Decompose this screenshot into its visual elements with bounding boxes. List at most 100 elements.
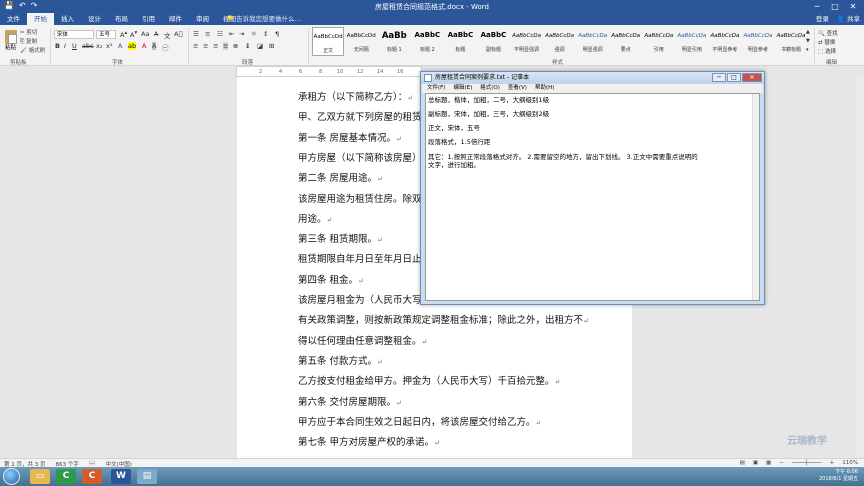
highlight-icon[interactable]: ab: [128, 42, 137, 50]
share-button[interactable]: 👤 共享: [837, 13, 860, 25]
increase-indent-icon[interactable]: ⇥: [239, 30, 244, 38]
tab-insert[interactable]: 插入: [54, 13, 81, 25]
align-right-icon[interactable]: ≡: [213, 42, 218, 50]
tab-design[interactable]: 设计: [81, 13, 108, 25]
align-center-icon[interactable]: ≡: [203, 42, 208, 50]
strikethrough-icon[interactable]: abc: [82, 42, 94, 50]
sort-icon[interactable]: ↕: [263, 30, 268, 38]
bold-icon[interactable]: B: [55, 42, 60, 50]
subscript-icon[interactable]: x₂: [96, 42, 102, 50]
superscript-icon[interactable]: x²: [106, 42, 112, 50]
read-mode-icon[interactable]: ▤: [740, 460, 745, 466]
style-item[interactable]: AaBb 标题 1: [378, 27, 410, 56]
phonetic-guide-icon[interactable]: 文: [164, 30, 171, 40]
shrink-font-icon[interactable]: A▾: [130, 30, 137, 39]
style-item[interactable]: AaBbCcDd 正文: [312, 27, 345, 56]
clear-format-icon[interactable]: A̶: [154, 30, 158, 38]
show-marks-icon[interactable]: ¶: [275, 30, 279, 38]
bullets-icon[interactable]: ☰: [193, 30, 199, 38]
style-item[interactable]: AaBbCcDa 明显强调: [577, 27, 609, 56]
borders-icon[interactable]: ⊞: [269, 42, 274, 50]
word-icon[interactable]: W: [111, 469, 131, 484]
style-item[interactable]: AaBbC 副标题: [477, 27, 509, 56]
char-border-icon[interactable]: A⃞: [174, 30, 182, 38]
justify-icon[interactable]: ≡: [223, 42, 229, 50]
minimize-button[interactable]: ─: [808, 0, 826, 13]
style-item[interactable]: AaBbCcDa 明显引用: [676, 27, 708, 56]
format-painter-button[interactable]: 🖌 格式刷: [20, 46, 45, 54]
tab-layout[interactable]: 布局: [108, 13, 135, 25]
recorder-icon[interactable]: C: [82, 469, 102, 484]
chinese-layout-icon[interactable]: ☼: [251, 30, 257, 38]
grow-font-icon[interactable]: A▴: [120, 30, 127, 39]
style-item[interactable]: AaBbCcDa 明显参考: [742, 27, 774, 56]
notepad-text-area[interactable]: 总标题，楷体，加粗，二号，大纲级别1级 副标题，宋体，加粗，三号，大纲级别2级 …: [425, 93, 760, 301]
select-button[interactable]: ⬚ 选择: [818, 47, 836, 55]
login-link[interactable]: 登录: [816, 13, 829, 25]
start-button[interactable]: [3, 468, 20, 485]
style-item[interactable]: AaBbCcDa 引用: [643, 27, 675, 56]
copy-button[interactable]: ⎘ 复制: [20, 37, 37, 46]
notepad-scrollbar[interactable]: [752, 94, 759, 300]
find-button[interactable]: 🔍 查找: [818, 29, 838, 37]
notepad-maximize-button[interactable]: □: [727, 73, 741, 82]
notepad-menu-help[interactable]: 帮助(H): [535, 84, 554, 93]
web-layout-icon[interactable]: ▦: [766, 460, 771, 466]
tell-me-box[interactable]: 💡 告诉我您想要做什么…: [226, 13, 301, 25]
notepad-close-button[interactable]: ✕: [742, 73, 762, 82]
cut-button[interactable]: ✂ 剪切: [20, 28, 37, 36]
vertical-scrollbar[interactable]: [855, 77, 864, 457]
style-item[interactable]: AaBbCcDd 无间隔: [345, 27, 377, 56]
style-item[interactable]: AaBbCcDa 不明显参考: [709, 27, 741, 56]
tab-file[interactable]: 文件: [0, 13, 27, 25]
underline-icon[interactable]: U: [72, 42, 77, 50]
font-family-select[interactable]: 宋体: [54, 30, 94, 39]
style-item[interactable]: AaBbCcDa 书籍标题: [775, 27, 807, 56]
tab-references[interactable]: 引用: [135, 13, 162, 25]
font-color-icon[interactable]: A: [142, 42, 146, 50]
italic-icon[interactable]: I: [64, 42, 66, 50]
notepad-menu-format[interactable]: 格式(O): [480, 84, 500, 93]
zoom-slider[interactable]: ────┼────: [792, 460, 822, 466]
text-effects-icon[interactable]: A: [118, 42, 122, 50]
notepad-menu-file[interactable]: 文件(F): [427, 84, 445, 93]
camtasia-icon[interactable]: C: [56, 469, 76, 484]
tab-home[interactable]: 开始: [27, 13, 54, 25]
zoom-out-icon[interactable]: −: [779, 460, 784, 466]
numbering-icon[interactable]: ≡: [205, 30, 210, 38]
maximize-button[interactable]: □: [826, 0, 844, 13]
char-shading-icon[interactable]: A: [152, 42, 157, 50]
replace-button[interactable]: ⇄ 替换: [818, 38, 835, 46]
font-size-select[interactable]: 五号: [96, 30, 116, 39]
style-item[interactable]: AaBbCcDa 要点: [610, 27, 642, 56]
multilevel-list-icon[interactable]: ☷: [217, 30, 223, 38]
gallery-scroll-down-icon[interactable]: ▼: [806, 38, 810, 44]
notepad-menu-view[interactable]: 查看(V): [508, 84, 527, 93]
zoom-in-icon[interactable]: +: [830, 460, 835, 466]
close-button[interactable]: ✕: [844, 0, 862, 13]
gallery-scroll-up-icon[interactable]: ▲: [806, 29, 810, 35]
line-spacing-icon[interactable]: ↨: [245, 42, 250, 50]
tab-mailings[interactable]: 邮件: [162, 13, 189, 25]
align-left-icon[interactable]: ≡: [193, 42, 198, 50]
decrease-indent-icon[interactable]: ⇤: [229, 30, 234, 38]
tab-review[interactable]: 审阅: [189, 13, 216, 25]
explorer-icon[interactable]: ▭: [30, 469, 50, 484]
gallery-more-icon[interactable]: ▾: [806, 47, 809, 53]
notepad-menu-edit[interactable]: 编辑(E): [453, 84, 472, 93]
style-item[interactable]: AaBbC 标题: [444, 27, 476, 56]
system-tray[interactable]: 下午 6:06 2018/6/1 星期五: [819, 469, 858, 483]
notepad-title-bar[interactable]: 房屋租赁合同案例要求.txt - 记事本 ─ □ ✕: [421, 72, 764, 84]
style-item[interactable]: AaBbCcDa 强调: [544, 27, 576, 56]
horizontal-ruler[interactable]: 2 4 6 8 10 12 14 16: [236, 66, 422, 77]
enclose-char-icon[interactable]: ㊀: [162, 42, 169, 52]
notepad-taskbar-icon[interactable]: ▤: [137, 469, 157, 484]
print-layout-icon[interactable]: ▣: [753, 460, 758, 466]
zoom-level[interactable]: 110%: [842, 460, 858, 466]
change-case-icon[interactable]: Aa: [141, 30, 149, 38]
style-item[interactable]: AaBbCcDa 不明显强调: [510, 27, 542, 56]
style-item[interactable]: AaBbC 标题 2: [411, 27, 443, 56]
notepad-minimize-button[interactable]: ─: [712, 73, 726, 82]
shading-icon[interactable]: ◪: [257, 42, 263, 50]
distribute-icon[interactable]: ≣: [233, 42, 238, 50]
